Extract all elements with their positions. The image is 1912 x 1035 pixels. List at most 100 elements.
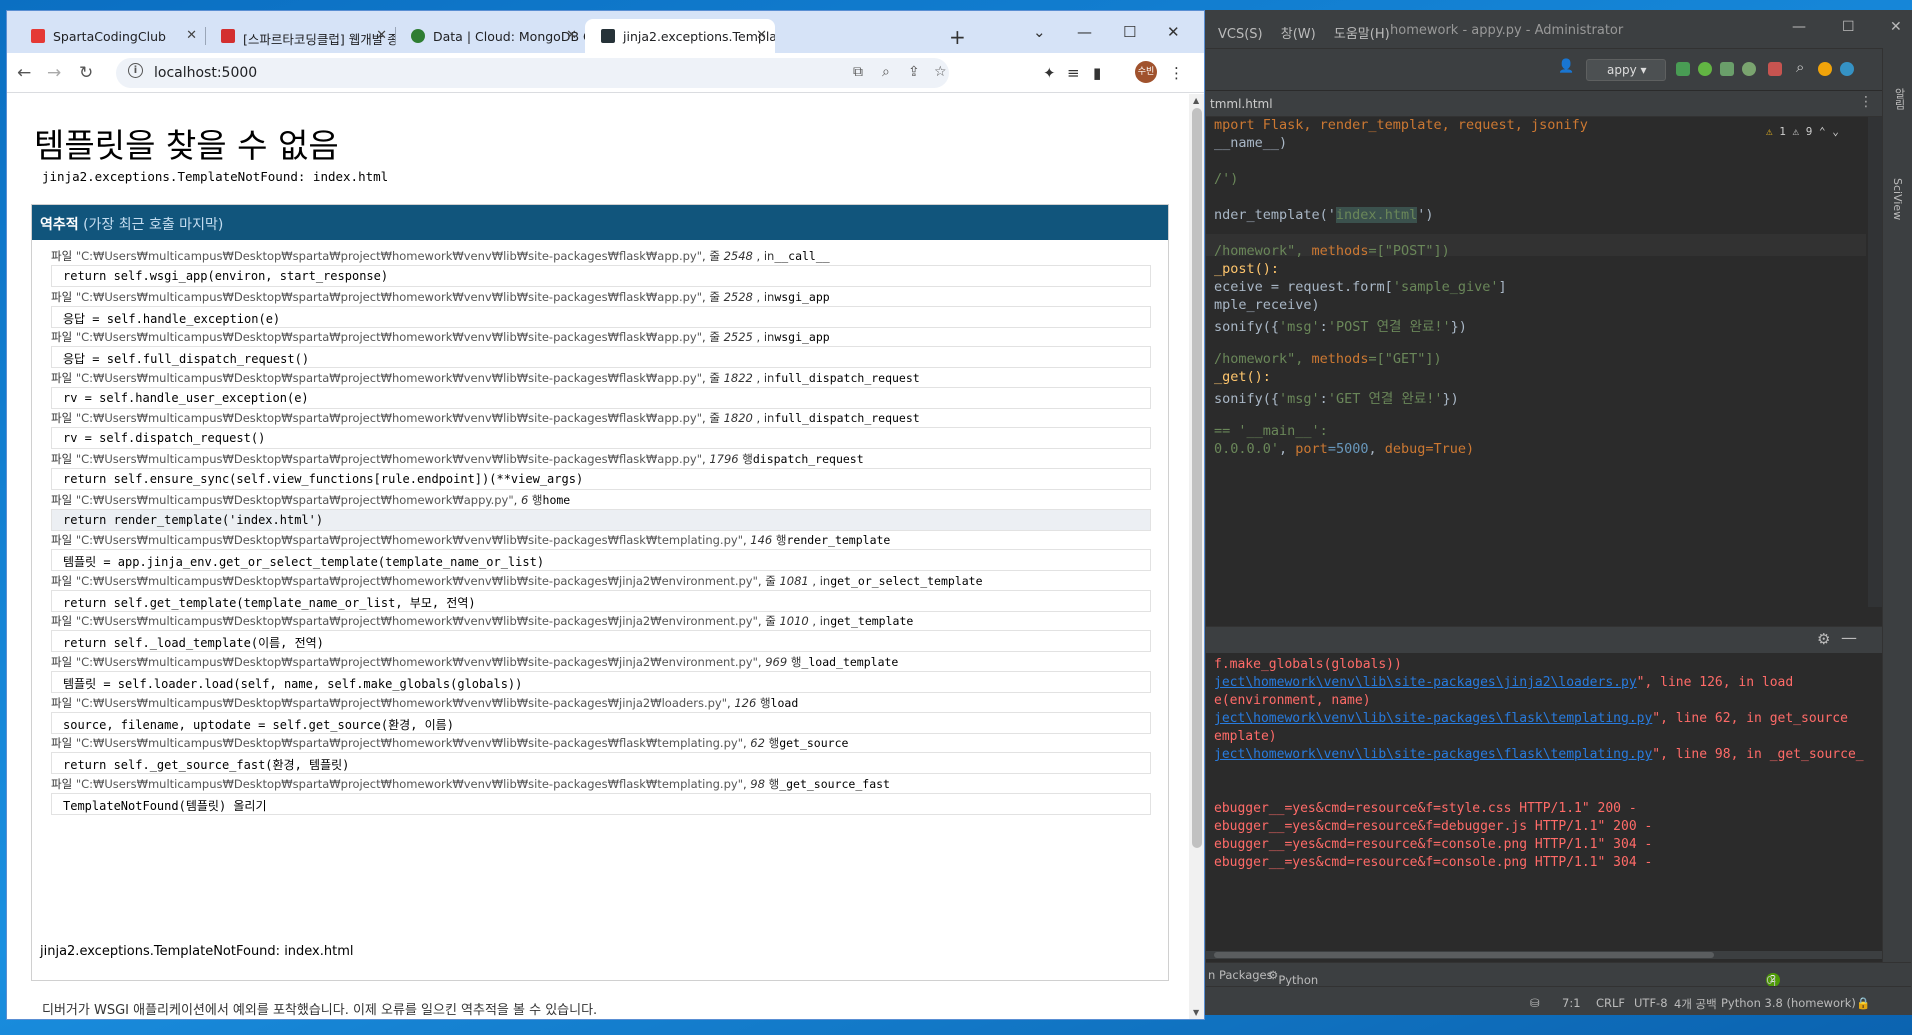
- packages-tool-tab[interactable]: n Packages: [1208, 968, 1273, 982]
- ide-close-button[interactable]: ✕: [1890, 19, 1902, 35]
- profile-avatar[interactable]: 수빈: [1135, 61, 1157, 83]
- frame-source-line[interactable]: return self._get_source_fast(환경, 템플릿): [51, 752, 1151, 775]
- console-horizontal-scrollbar[interactable]: [1206, 951, 1882, 959]
- close-tab-icon[interactable]: ✕: [566, 28, 577, 43]
- code-line[interactable]: sonify({'msg':'GET 연결 완료!'}): [1214, 387, 1459, 407]
- frame-source-line[interactable]: rv = self.handle_user_exception(e): [51, 386, 1151, 409]
- sciview-tool-tab[interactable]: SciView: [1891, 178, 1904, 220]
- browser-close-button[interactable]: ✕: [1167, 23, 1180, 41]
- run-configuration-select[interactable]: appy ▾: [1586, 59, 1666, 81]
- console-file-link[interactable]: ject\homework\venv\lib\site-packages\jin…: [1214, 675, 1637, 690]
- frame-source-line[interactable]: 템플릿 = app.jinja_env.get_or_select_templa…: [51, 549, 1151, 572]
- side-panel-icon[interactable]: ▮: [1093, 64, 1101, 82]
- menu-help[interactable]: 도움말(H): [1334, 27, 1390, 42]
- address-url[interactable]: localhost:5000: [154, 65, 257, 81]
- status-interpreter[interactable]: Python 3.8 (homework): [1721, 996, 1856, 1010]
- editor-file-tab[interactable]: tmml.html: [1210, 97, 1273, 111]
- status-caret-position[interactable]: 7:1: [1562, 996, 1581, 1010]
- close-tab-icon[interactable]: ✕: [756, 28, 767, 43]
- jetbrains-logo-icon[interactable]: [1840, 62, 1854, 76]
- frame-source-line[interactable]: 템플릿 = self.loader.load(self, name, self.…: [51, 671, 1151, 693]
- frame-source-line[interactable]: return render_template('index.html'): [51, 508, 1151, 531]
- ide-minimize-button[interactable]: —: [1792, 19, 1806, 35]
- frame-line-number: 1822: [723, 370, 753, 385]
- console-text: ", line 98, in _get_source_: [1652, 747, 1864, 762]
- frame-source-line[interactable]: return self._load_template(이름, 전역): [51, 630, 1151, 653]
- frame-source-line[interactable]: TemplateNotFound(템플릿) 올리기: [51, 792, 1151, 815]
- frame-source-line[interactable]: 응답 = self.full_dispatch_request(): [51, 346, 1151, 369]
- code-line[interactable]: __name__): [1214, 135, 1287, 151]
- frame-source-line[interactable]: 응답 = self.handle_exception(e): [51, 305, 1151, 328]
- browser-tab[interactable]: SpartaCodingClub ✕: [15, 19, 205, 53]
- status-encoding[interactable]: UTF-8: [1634, 996, 1668, 1010]
- settings-gear-icon[interactable]: ⚙: [1817, 630, 1830, 648]
- code-line[interactable]: nder_template('index.html'): [1214, 207, 1433, 223]
- browser-maximize-button[interactable]: ☐: [1123, 23, 1136, 41]
- browser-tab[interactable]: Data | Cloud: MongoDB Cloud ✕: [395, 19, 585, 53]
- status-line-separator[interactable]: CRLF: [1596, 996, 1625, 1010]
- menu-window[interactable]: 창(W): [1281, 27, 1316, 42]
- code-line[interactable]: /homework", methods=["POST"]): [1214, 243, 1450, 259]
- console-file-link[interactable]: ject\homework\venv\lib\site-packages\fla…: [1214, 711, 1652, 726]
- profile-icon[interactable]: [1742, 62, 1756, 76]
- rerun-icon[interactable]: [1676, 62, 1690, 76]
- code-line[interactable]: /'): [1214, 171, 1238, 187]
- tab-search-icon[interactable]: ⌄: [1033, 23, 1046, 41]
- site-info-icon[interactable]: i: [128, 63, 143, 78]
- frame-source-line[interactable]: source, filename, uptodate = self.get_so…: [51, 711, 1151, 734]
- close-tab-icon[interactable]: ✕: [186, 28, 197, 43]
- zoom-icon[interactable]: ⌕: [882, 64, 890, 80]
- new-tab-button[interactable]: +: [949, 25, 966, 49]
- frame-source-line[interactable]: return self.ensure_sync(self.view_functi…: [51, 468, 1151, 490]
- update-icon[interactable]: [1818, 62, 1832, 76]
- chrome-menu-icon[interactable]: ⋮: [1169, 64, 1184, 82]
- address-bar[interactable]: i localhost:5000 ⧉ ⌕ ⇪ ☆: [116, 58, 949, 88]
- editor-scrollbar[interactable]: [1868, 117, 1882, 607]
- more-tabs-icon[interactable]: ⋮: [1859, 94, 1873, 110]
- inspection-widget[interactable]: ⚠ 1 ⚠ 9 ⌃ ⌄: [1766, 125, 1839, 138]
- menu-vcs[interactable]: VCS(S): [1218, 27, 1263, 42]
- browser-tab[interactable]: [스파르타코딩클럽] 웹개발 종합 ✕: [205, 19, 395, 53]
- python-console-tab[interactable]: ⚙ Python 콘솔: [1268, 968, 1318, 1002]
- browser-tab-active[interactable]: jinja2.exceptions.TemplateNotF ✕: [585, 19, 775, 53]
- bookmark-star-icon[interactable]: ☆: [934, 64, 947, 80]
- debug-icon[interactable]: [1698, 62, 1712, 76]
- frame-source-line[interactable]: return self.get_template(template_name_o…: [51, 589, 1151, 612]
- code-line[interactable]: _get():: [1214, 369, 1271, 385]
- scroll-down-arrow-icon[interactable]: ▼: [1193, 1008, 1199, 1017]
- back-arrow-icon[interactable]: ←: [17, 63, 31, 83]
- status-lock-icon[interactable]: 🔒: [1856, 996, 1870, 1010]
- console-file-link[interactable]: ject\homework\venv\lib\site-packages\fla…: [1214, 747, 1652, 762]
- scroll-up-arrow-icon[interactable]: ▲: [1193, 96, 1199, 105]
- forward-arrow-icon[interactable]: →: [47, 63, 61, 83]
- code-line[interactable]: eceive = request.form['sample_give']: [1214, 279, 1507, 295]
- code-editor[interactable]: ⚠ 1 ⚠ 9 ⌃ ⌄ mport Flask, render_template…: [1206, 117, 1866, 607]
- status-indent[interactable]: 4개 공백: [1674, 996, 1717, 1012]
- code-line[interactable]: mport Flask, render_template, request, j…: [1214, 117, 1588, 133]
- user-icon[interactable]: 👤: [1558, 59, 1574, 74]
- code-line[interactable]: 0.0.0.0', port=5000, debug=True): [1214, 441, 1474, 457]
- search-icon[interactable]: ⌕: [1796, 58, 1810, 76]
- hide-panel-icon[interactable]: —: [1841, 628, 1857, 647]
- extensions-icon[interactable]: ✦: [1043, 64, 1056, 82]
- code-line[interactable]: mple_receive): [1214, 297, 1320, 313]
- ide-maximize-button[interactable]: ☐: [1842, 19, 1855, 35]
- code-line[interactable]: /homework", methods=["GET"]): [1214, 351, 1442, 367]
- status-sync-icon[interactable]: ⛁: [1530, 996, 1540, 1010]
- reload-icon[interactable]: ↻: [79, 63, 93, 83]
- stop-icon[interactable]: [1768, 62, 1782, 76]
- media-control-icon[interactable]: ≡: [1067, 64, 1080, 82]
- code-line[interactable]: == '__main__':: [1214, 423, 1328, 439]
- page-scrollbar[interactable]: ▲ ▼: [1189, 94, 1204, 1019]
- code-line[interactable]: _post():: [1214, 261, 1279, 277]
- coverage-icon[interactable]: [1720, 62, 1734, 76]
- code-line[interactable]: sonify({'msg':'POST 연결 완료!'}): [1214, 315, 1467, 335]
- browser-minimize-button[interactable]: —: [1077, 23, 1092, 41]
- frame-source-line[interactable]: rv = self.dispatch_request(): [51, 427, 1151, 450]
- close-tab-icon[interactable]: ✕: [376, 28, 387, 43]
- notifications-tool-tab[interactable]: 알림: [1891, 88, 1907, 110]
- share-icon[interactable]: ⇪: [908, 64, 920, 80]
- scrollbar-thumb[interactable]: [1192, 108, 1202, 848]
- frame-source-line[interactable]: return self.wsgi_app(environ, start_resp…: [51, 265, 1151, 287]
- translate-icon[interactable]: ⧉: [853, 64, 863, 80]
